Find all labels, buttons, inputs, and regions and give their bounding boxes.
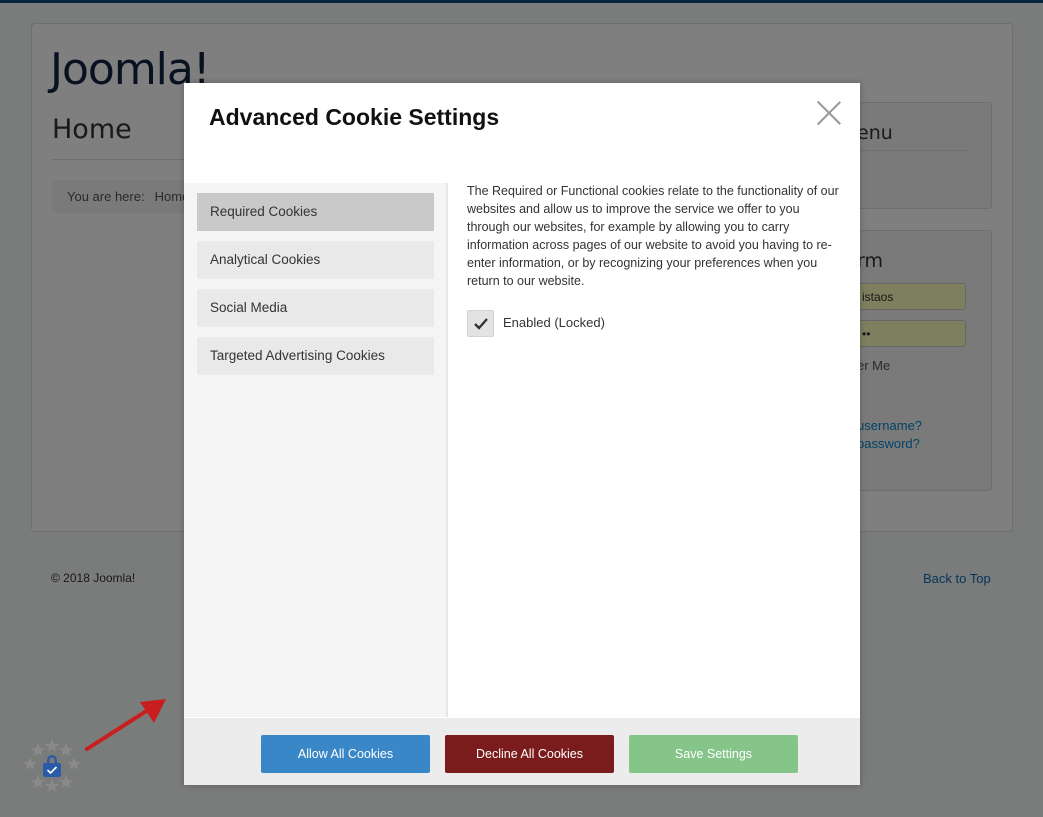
cookie-lock-stars-icon[interactable] <box>23 738 81 794</box>
tab-targeted-advertising-cookies[interactable]: Targeted Advertising Cookies <box>197 337 434 375</box>
tab-analytical-cookies[interactable]: Analytical Cookies <box>197 241 434 279</box>
red-arrow-icon <box>84 696 174 756</box>
enabled-label: Enabled (Locked) <box>503 315 605 330</box>
enabled-checkbox[interactable] <box>467 310 494 337</box>
decline-all-cookies-button[interactable]: Decline All Cookies <box>445 735 614 773</box>
close-icon[interactable] <box>816 100 842 126</box>
modal-title: Advanced Cookie Settings <box>209 104 500 130</box>
checkmark-icon <box>474 318 488 330</box>
tab-social-media[interactable]: Social Media <box>197 289 434 327</box>
category-description: The Required or Functional cookies relat… <box>467 184 839 288</box>
enabled-toggle[interactable]: Enabled (Locked) <box>467 310 667 338</box>
cookie-settings-modal: Advanced Cookie Settings Required Cookie… <box>184 83 860 785</box>
tab-content-panel: The Required or Functional cookies relat… <box>467 182 842 337</box>
modal-footer: Allow All Cookies Decline All Cookies Sa… <box>184 718 860 785</box>
cookie-category-tabs: Required Cookies Analytical Cookies Soci… <box>184 183 448 717</box>
tab-required-cookies[interactable]: Required Cookies <box>197 193 434 231</box>
save-settings-button[interactable]: Save Settings <box>629 735 798 773</box>
allow-all-cookies-button[interactable]: Allow All Cookies <box>261 735 430 773</box>
